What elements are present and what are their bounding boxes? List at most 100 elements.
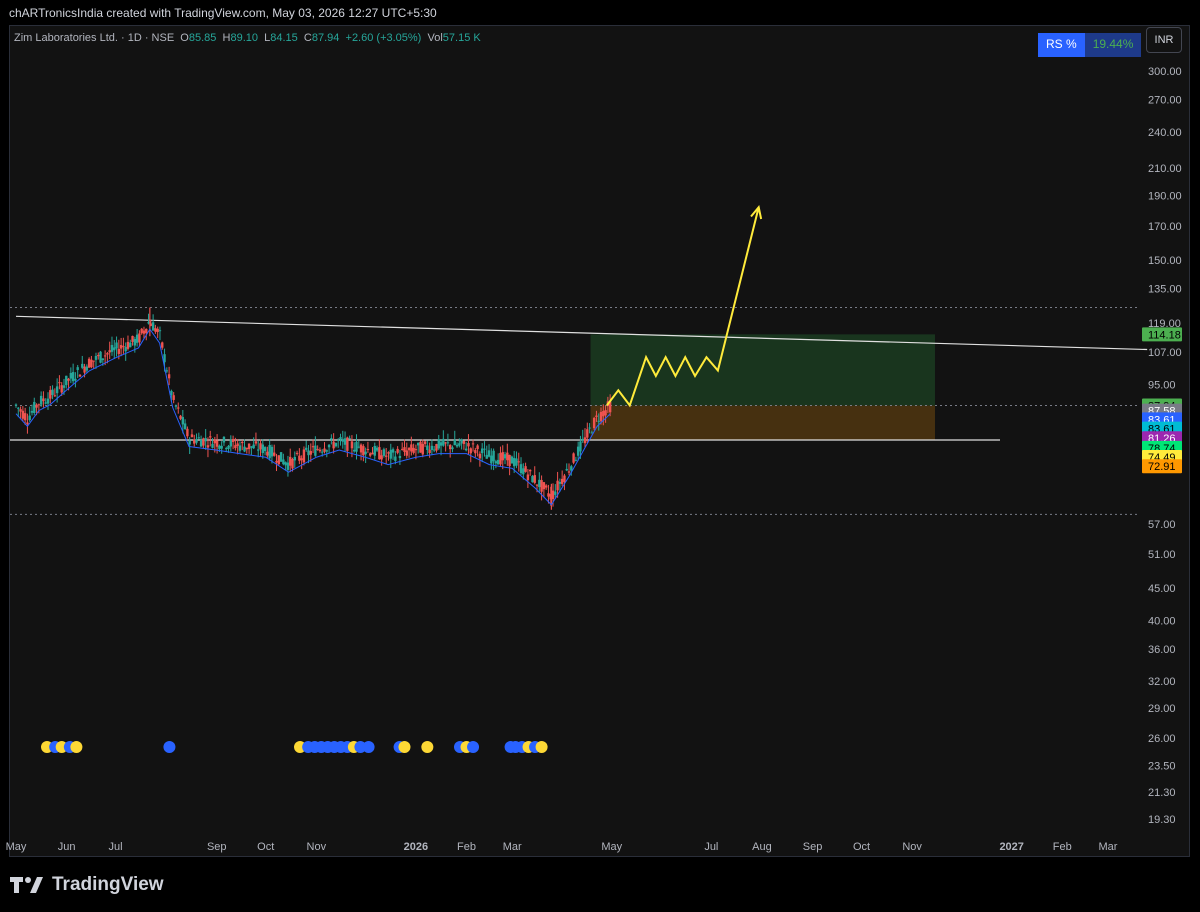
- legend-volume-label: Vol: [427, 32, 443, 44]
- candle-body: [362, 446, 365, 456]
- candle-body: [421, 443, 424, 455]
- y-tick-label: 270.00: [1148, 95, 1182, 107]
- y-tick-label: 45.00: [1148, 583, 1176, 595]
- y-tick-label: 95.00: [1148, 379, 1176, 391]
- candle-body: [87, 358, 91, 368]
- candle-body: [67, 378, 70, 381]
- x-tick-label: May: [601, 841, 622, 853]
- candle-body: [181, 417, 185, 425]
- candle-body: [26, 422, 29, 425]
- candle-body: [369, 453, 372, 456]
- candle-body: [37, 404, 41, 406]
- candle-body: [442, 438, 445, 446]
- candle-body: [515, 458, 518, 466]
- price-chart[interactable]: 300.00 270.00 240.00 210.00 190.00 170.00 150.…: [0, 0, 1200, 912]
- candle-body: [305, 447, 308, 450]
- candle-body: [357, 446, 360, 448]
- y-tick-label: 19.30: [1148, 814, 1176, 826]
- rs-indicator[interactable]: RS % 19.44%: [1038, 33, 1142, 57]
- candle-body: [133, 339, 137, 346]
- candle-body: [122, 346, 125, 348]
- candle-body: [350, 441, 354, 449]
- candle-body: [99, 351, 102, 363]
- candle-body: [94, 355, 98, 360]
- candle-body: [533, 475, 536, 483]
- candle-body: [501, 452, 504, 461]
- candle-body: [245, 447, 249, 450]
- candle-body: [499, 452, 502, 465]
- candle-body: [531, 476, 534, 483]
- candle-body: [69, 372, 73, 379]
- candle-body: [145, 328, 148, 334]
- footer-brand: TradingView: [52, 874, 164, 895]
- signal-dot: [535, 741, 548, 753]
- candle-body: [380, 455, 383, 460]
- candle-body: [343, 438, 347, 445]
- candle-body: [403, 447, 406, 452]
- candle-body: [576, 446, 580, 456]
- candle-body: [270, 446, 274, 457]
- candle-body: [382, 449, 386, 456]
- legend-high-value: 89.10: [230, 32, 258, 44]
- signal-dot: [362, 741, 375, 753]
- candle-body: [414, 449, 418, 451]
- candle-body: [307, 450, 310, 456]
- candle-body: [325, 450, 328, 452]
- candle-body: [474, 450, 477, 454]
- candle-body: [430, 445, 434, 450]
- x-tick-label: Mar: [1099, 841, 1118, 853]
- candle-body: [355, 441, 358, 452]
- candle-body: [250, 446, 253, 448]
- y-tick-label: 57.00: [1148, 519, 1176, 531]
- candle-body: [480, 448, 484, 454]
- y-tick-label: 107.00: [1148, 347, 1182, 359]
- x-tick-label: Feb: [457, 841, 476, 853]
- y-tick-label: 29.00: [1148, 703, 1176, 715]
- candle-body: [563, 475, 566, 483]
- tradingview-logo[interactable]: TradingView: [10, 874, 164, 896]
- legend-close-value: 87.94: [311, 32, 340, 44]
- candle-body: [252, 444, 255, 449]
- candle-body: [478, 453, 482, 459]
- y-tick-label: 51.00: [1148, 549, 1176, 561]
- candle-body: [554, 491, 557, 495]
- candle-body: [410, 444, 413, 452]
- x-tick-label: Feb: [1053, 841, 1072, 853]
- candle-body: [583, 437, 587, 444]
- candle-body: [193, 439, 196, 444]
- candle-body: [33, 401, 36, 414]
- candle-body: [279, 452, 283, 462]
- candle-body: [62, 385, 66, 388]
- candle-body: [458, 443, 461, 446]
- candle-body: [225, 448, 228, 450]
- x-tick-label: Aug: [752, 841, 772, 853]
- candle-body: [487, 450, 491, 457]
- candle-body: [428, 449, 431, 454]
- candle-body: [117, 348, 121, 354]
- candle-body: [528, 469, 532, 472]
- candle-body: [222, 436, 226, 443]
- candle-body: [291, 458, 294, 469]
- candle-body: [542, 482, 546, 490]
- candle-body: [302, 449, 306, 463]
- signal-dot: [467, 741, 480, 753]
- candle-body: [416, 442, 420, 446]
- candle-body: [460, 439, 463, 444]
- candle-body: [263, 447, 267, 451]
- legend-close-label: C: [303, 32, 312, 44]
- candle-body: [512, 458, 516, 467]
- candle-body: [439, 442, 443, 446]
- candle-body: [453, 439, 456, 446]
- candle-body: [387, 452, 390, 454]
- candle-body: [254, 441, 258, 444]
- candle-body: [151, 322, 155, 331]
- candle-body: [419, 441, 422, 453]
- currency-button[interactable]: INR: [1146, 27, 1182, 53]
- candle-body: [394, 456, 397, 461]
- candle-body: [174, 405, 178, 407]
- candle-body: [101, 358, 105, 361]
- candle-body: [14, 404, 18, 406]
- candle-body: [588, 427, 591, 429]
- candle-body: [464, 448, 468, 451]
- candle-body: [544, 485, 548, 488]
